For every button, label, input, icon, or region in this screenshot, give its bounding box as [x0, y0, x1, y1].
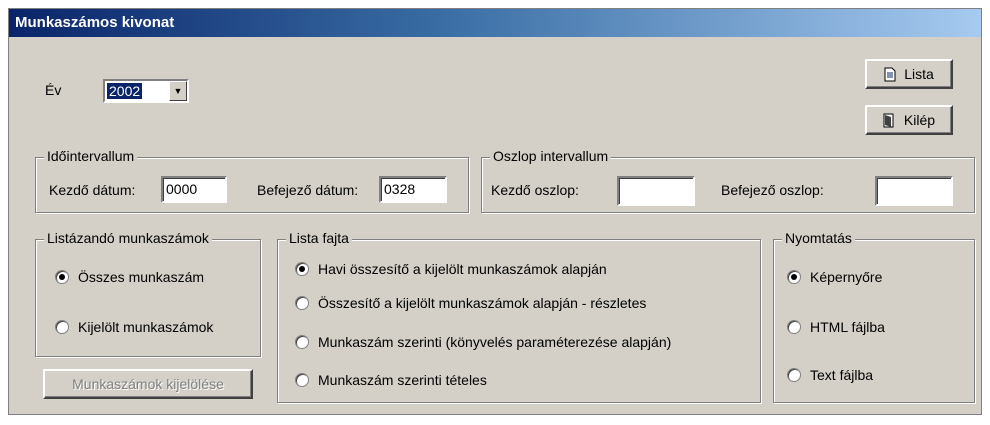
select-jobs-button[interactable]: Munkaszámok kijelölése	[43, 369, 253, 399]
list-type-legend: Lista fajta	[286, 230, 352, 246]
start-date-value: 0000	[166, 181, 198, 197]
start-column-label: Kezdő oszlop:	[491, 182, 579, 198]
end-date-label: Befejező dátum:	[257, 182, 359, 198]
radio-indicator	[295, 373, 309, 387]
end-column-field[interactable]	[875, 176, 953, 206]
end-date-field[interactable]: 0328	[379, 176, 447, 203]
radio-indicator	[295, 296, 309, 310]
time-interval-legend: Időintervallum	[44, 148, 138, 164]
radio-indicator	[55, 320, 69, 334]
radio-indicator	[295, 262, 309, 276]
radio-indicator	[295, 335, 309, 349]
lista-button-label: Lista	[904, 66, 934, 82]
year-value: 2002	[107, 83, 143, 99]
chevron-down-icon[interactable]: ▼	[169, 81, 187, 101]
document-icon	[884, 67, 896, 81]
jobs-group-legend: Listázandó munkaszámok	[44, 230, 212, 246]
year-label: Év	[45, 82, 62, 98]
radio-indicator	[787, 368, 801, 382]
start-date-field[interactable]: 0000	[161, 176, 227, 203]
exit-button-label: Kilép	[903, 112, 936, 128]
radio-print-text-label: Text fájlba	[810, 367, 874, 383]
year-select[interactable]: 2002 ▼	[103, 79, 189, 103]
jobs-group: Listázandó munkaszámok	[35, 230, 261, 357]
radio-selected-jobs[interactable]: Kijelölt munkaszámok	[55, 319, 213, 335]
select-jobs-button-label: Munkaszámok kijelölése	[72, 376, 224, 392]
radio-print-screen[interactable]: Képernyőre	[787, 269, 882, 285]
radio-all-jobs-label: Összes munkaszám	[78, 269, 205, 285]
window-title: Munkaszámos kivonat	[15, 14, 175, 31]
lista-button[interactable]: Lista	[865, 59, 953, 89]
radio-indicator	[55, 270, 69, 284]
radio-monthly-summary-label: Havi összesítő a kijelölt munkaszámok al…	[318, 261, 607, 277]
radio-print-html[interactable]: HTML fájlba	[787, 319, 885, 335]
radio-all-jobs[interactable]: Összes munkaszám	[55, 269, 204, 285]
radio-by-job-booking[interactable]: Munkaszám szerinti (könyvelés paramétere…	[295, 334, 671, 350]
end-date-value: 0328	[384, 181, 416, 197]
radio-selected-jobs-label: Kijelölt munkaszámok	[78, 319, 214, 335]
print-legend: Nyomtatás	[782, 230, 855, 246]
report-window: Munkaszámos kivonat Év 2002 ▼ Lista Kilé…	[8, 8, 982, 415]
radio-indicator	[787, 270, 801, 284]
radio-monthly-summary[interactable]: Havi összesítő a kijelölt munkaszámok al…	[295, 261, 607, 277]
radio-print-text[interactable]: Text fájlba	[787, 367, 873, 383]
radio-by-job-booking-label: Munkaszám szerinti (könyvelés paramétere…	[318, 334, 672, 350]
radio-by-job-itemized-label: Munkaszám szerinti tételes	[318, 372, 487, 388]
radio-by-job-itemized[interactable]: Munkaszám szerinti tételes	[295, 372, 487, 388]
radio-detailed-summary[interactable]: Összesítő a kijelölt munkaszámok alapján…	[295, 295, 646, 311]
start-column-field[interactable]	[617, 176, 695, 206]
radio-print-screen-label: Képernyőre	[810, 269, 883, 285]
exit-button[interactable]: Kilép	[865, 105, 953, 135]
radio-indicator	[787, 320, 801, 334]
radio-print-html-label: HTML fájlba	[810, 319, 885, 335]
end-column-label: Befejező oszlop:	[721, 182, 824, 198]
column-interval-legend: Oszlop intervallum	[490, 148, 612, 164]
door-exit-icon	[883, 113, 894, 127]
start-date-label: Kezdő dátum:	[49, 182, 136, 198]
title-bar: Munkaszámos kivonat	[9, 9, 981, 37]
radio-detailed-summary-label: Összesítő a kijelölt munkaszámok alapján…	[318, 295, 647, 311]
